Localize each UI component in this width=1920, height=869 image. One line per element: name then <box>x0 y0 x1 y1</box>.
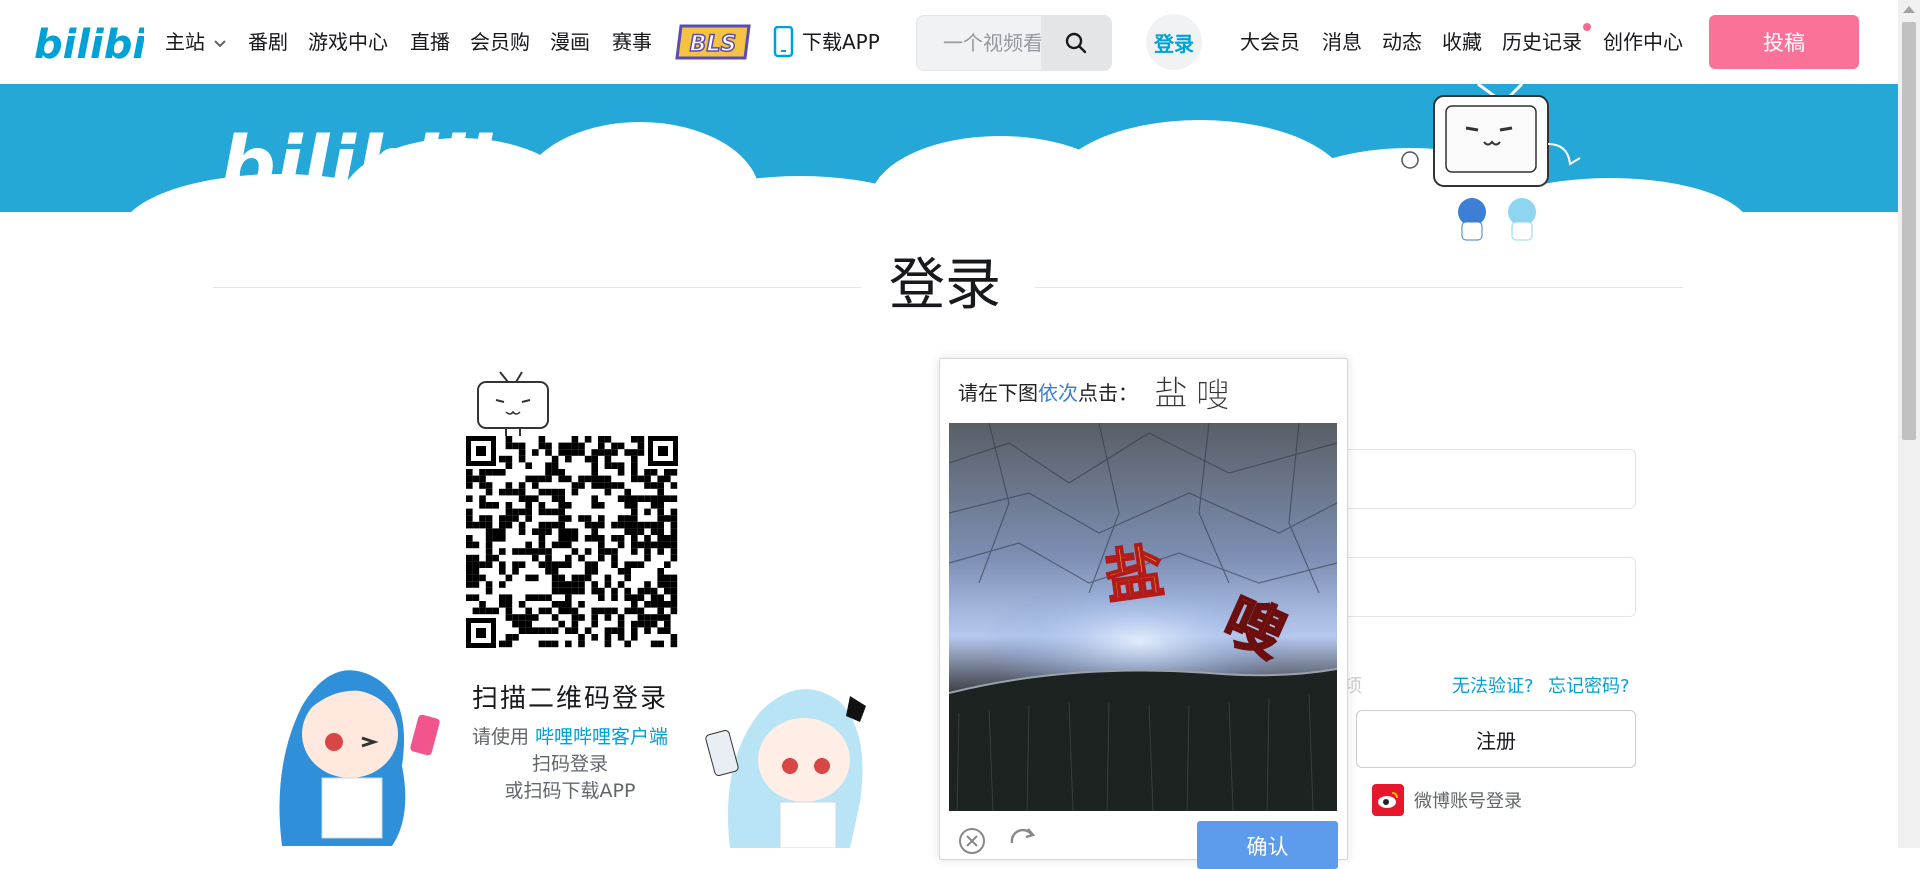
captcha-refresh-icon[interactable] <box>1006 825 1038 855</box>
captcha-prompt: 请在下图依次点击： <box>958 377 1138 406</box>
bls-event-badge[interactable]: BLS <box>675 24 751 60</box>
svg-text:盐: 盐 <box>1101 537 1168 612</box>
heading-divider-left <box>213 287 861 288</box>
heading-divider-right <box>1035 287 1683 288</box>
bilibili-logo[interactable]: bilibili <box>34 14 144 68</box>
bilibili-client-link[interactable]: 哔哩哔哩客户端 <box>535 726 668 748</box>
weibo-login-label: 微博账号登录 <box>1414 791 1522 812</box>
search-button[interactable] <box>1041 16 1111 70</box>
captcha-dialog: 请在下图依次点击： 盐 嗖 盐 嗖 确认 <box>939 358 1348 869</box>
username-input[interactable] <box>1322 449 1636 509</box>
qr-instruction-prefix: 请使用 <box>471 726 536 748</box>
login-qr-code[interactable] <box>466 436 678 648</box>
svg-text:嗖: 嗖 <box>1196 376 1230 416</box>
captcha-prompt-prefix: 请在下图 <box>958 381 1038 405</box>
cannot-verify-link[interactable]: 无法验证? <box>1452 672 1534 698</box>
mascot-33-illustration <box>705 689 866 848</box>
search-input[interactable] <box>917 16 1041 70</box>
notification-dot <box>1583 23 1591 31</box>
nav-item-member-shop[interactable]: 会员购 <box>470 28 530 56</box>
nav-item-main-site[interactable]: 主站 <box>165 28 227 56</box>
nav-item-messages[interactable]: 消息 <box>1322 28 1362 56</box>
svg-text:BLS: BLS <box>690 32 737 57</box>
nav-item-anime[interactable]: 番剧 <box>248 28 288 56</box>
nav-item-game-center[interactable]: 游戏中心 <box>308 28 388 56</box>
search-icon <box>1065 32 1087 54</box>
search-box <box>916 15 1112 71</box>
captcha-close-icon[interactable] <box>958 827 986 855</box>
nav-item-creator-center[interactable]: 创作中心 <box>1603 28 1683 56</box>
page-scrollbar[interactable] <box>1898 0 1920 848</box>
top-navigation-bar: bilibili 主站 番剧 游戏中心 直播 会员购 漫画 赛事 BLS 下载A… <box>0 0 1898 84</box>
captcha-prompt-accent: 依次 <box>1038 381 1078 405</box>
cloud-banner-art: bilibili <box>131 84 1743 212</box>
download-app-link[interactable]: 下载APP <box>802 28 880 56</box>
login-avatar-button[interactable]: 登录 <box>1146 14 1202 70</box>
svg-text:bilibili: bilibili <box>220 121 493 211</box>
nav-item-favorites[interactable]: 收藏 <box>1442 28 1482 56</box>
header-banner: bilibili <box>0 84 1898 212</box>
nav-item-manga[interactable]: 漫画 <box>550 28 590 56</box>
mascot-22-illustration <box>279 670 440 846</box>
captcha-image[interactable]: 盐 嗖 <box>949 423 1337 811</box>
nav-item-vip[interactable]: 大会员 <box>1240 28 1300 56</box>
phone-icon <box>773 26 794 58</box>
captcha-hint-characters: 盐 嗖 <box>1154 374 1231 417</box>
svg-text:bilibili: bilibili <box>34 22 144 68</box>
scroll-up-arrow-icon[interactable] <box>1903 6 1915 13</box>
nav-item-dynamics[interactable]: 动态 <box>1382 28 1422 56</box>
nav-item-esports[interactable]: 赛事 <box>612 28 652 56</box>
register-button[interactable]: 注册 <box>1356 710 1636 768</box>
nav-item-live[interactable]: 直播 <box>410 28 450 56</box>
scrollbar-thumb[interactable] <box>1902 22 1916 440</box>
chevron-down-icon <box>214 40 227 48</box>
upload-button[interactable]: 投稿 <box>1709 15 1859 69</box>
tv-mascot-icon <box>477 371 549 436</box>
svg-text:盐: 盐 <box>1154 374 1188 414</box>
weibo-icon <box>1372 784 1404 816</box>
password-input[interactable] <box>1322 557 1636 617</box>
captcha-prompt-suffix: 点击： <box>1078 381 1138 405</box>
chibi-mascots-small <box>1458 198 1536 241</box>
weibo-login-link[interactable]: 微博账号登录 <box>1372 784 1522 816</box>
nav-item-history[interactable]: 历史记录 <box>1502 28 1582 56</box>
captcha-confirm-button[interactable]: 确认 <box>1197 821 1338 869</box>
forgot-password-link[interactable]: 忘记密码? <box>1548 672 1630 698</box>
page-title: 登录 <box>889 253 1001 318</box>
